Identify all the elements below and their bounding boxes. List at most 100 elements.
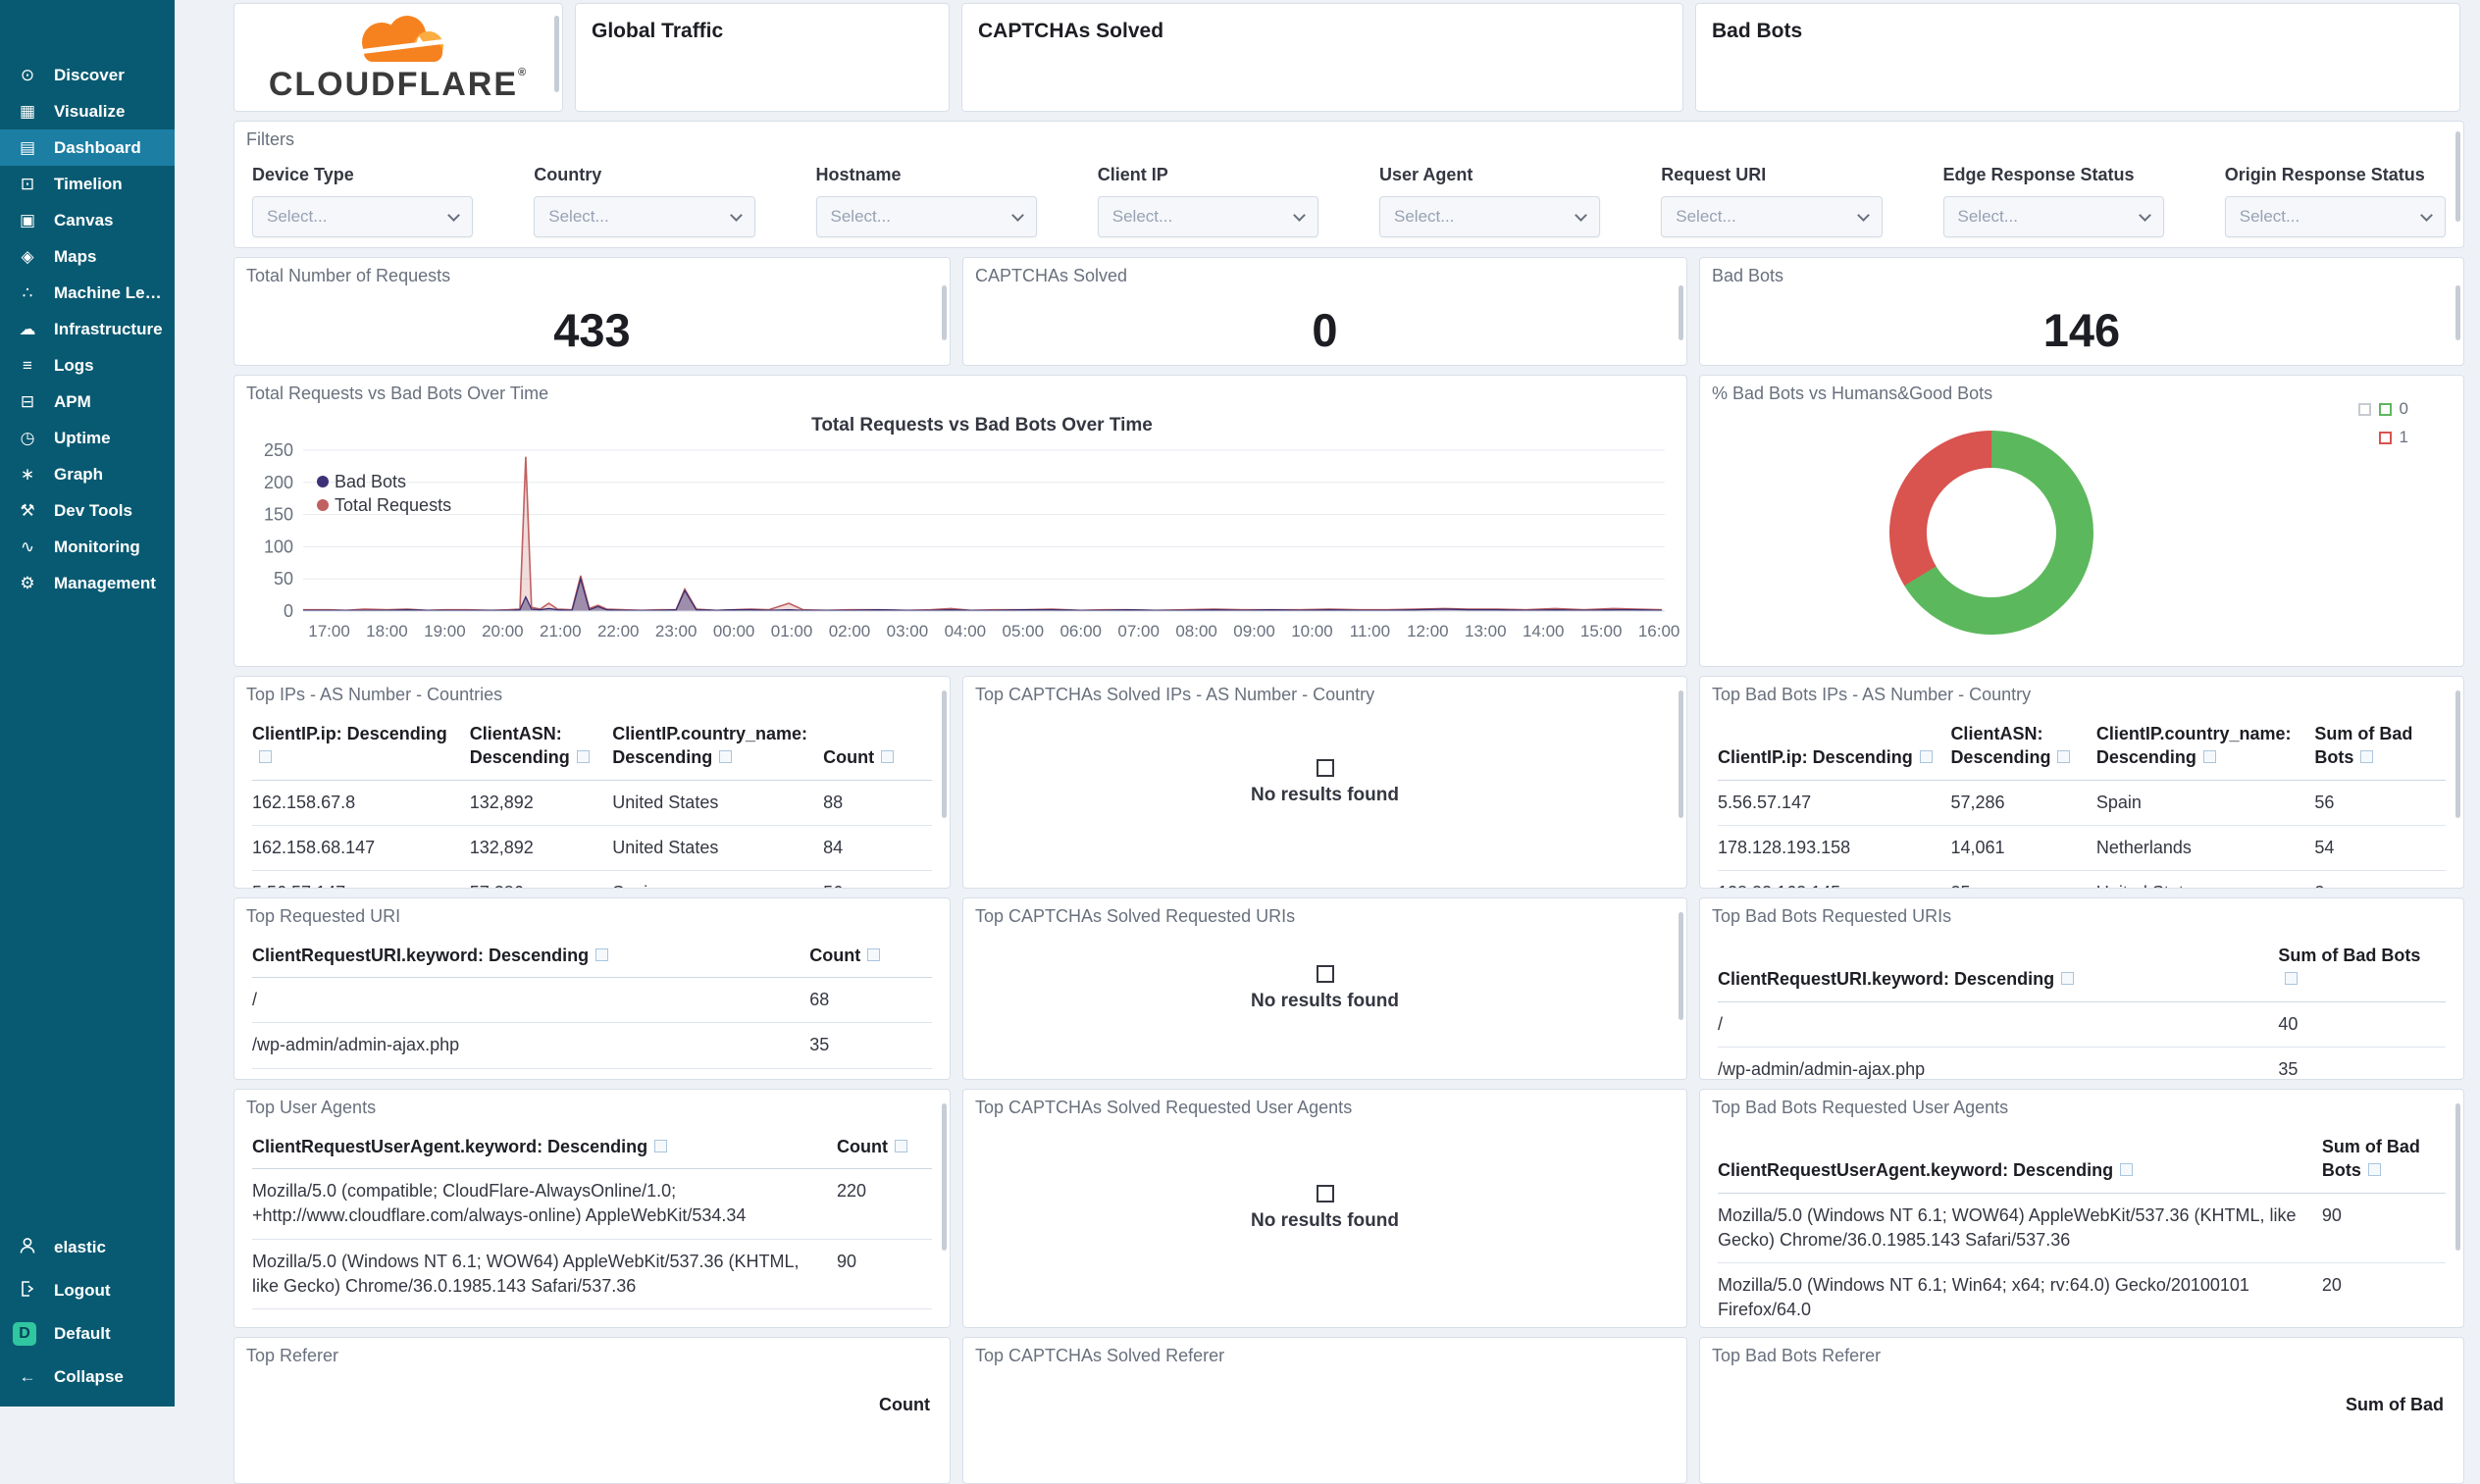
- sort-icon[interactable]: [2061, 972, 2074, 985]
- metric-panel-total-number-of-requests: Total Number of Requests433: [233, 257, 951, 366]
- sidebar-item-monitoring[interactable]: ∿Monitoring: [0, 529, 175, 565]
- column-header[interactable]: Sum of Bad Bots: [2322, 1129, 2446, 1193]
- sort-icon[interactable]: [2368, 1163, 2381, 1176]
- sidebar-item-graph[interactable]: ∗Graph: [0, 456, 175, 492]
- sort-icon[interactable]: [2203, 750, 2216, 763]
- column-header[interactable]: Count: [879, 1395, 930, 1415]
- sidebar-item-discover[interactable]: ⊙Discover: [0, 57, 175, 93]
- sidebar-item-space-default[interactable]: D Default: [0, 1312, 175, 1356]
- column-header[interactable]: ClientASN: Descending: [1950, 716, 2095, 780]
- sidebar-item-logout[interactable]: Logout: [0, 1269, 175, 1312]
- sidebar-item-label: Management: [54, 574, 156, 593]
- filter-select-hostname[interactable]: Select...: [816, 196, 1037, 237]
- table-row: /wp-admin/admin-post.php16: [252, 1068, 932, 1080]
- chevron-down-icon: [1857, 209, 1870, 222]
- sidebar-item-logs[interactable]: ≡Logs: [0, 347, 175, 384]
- column-header[interactable]: Count: [809, 938, 932, 978]
- svg-text:150: 150: [264, 505, 293, 525]
- sort-icon[interactable]: [2285, 972, 2298, 985]
- filter-select-client-ip[interactable]: Select...: [1098, 196, 1318, 237]
- filter-hostname: HostnameSelect...: [816, 165, 1037, 237]
- sort-icon[interactable]: [259, 750, 272, 763]
- table-row: 5.56.57.14757,286Spain56: [1718, 780, 2446, 825]
- sort-icon[interactable]: [867, 948, 880, 961]
- column-header[interactable]: Count: [823, 716, 932, 780]
- legend-item-1[interactable]: 1: [2358, 428, 2408, 447]
- column-header[interactable]: Count: [837, 1129, 932, 1169]
- sidebar-item-timelion[interactable]: ⊡Timelion: [0, 166, 175, 202]
- sidebar-item-visualize[interactable]: ▦Visualize: [0, 93, 175, 129]
- column-header-label: ClientRequestURI.keyword: Descending: [252, 946, 589, 965]
- sidebar-item-infrastructure[interactable]: ☁Infrastructure: [0, 311, 175, 347]
- sort-icon[interactable]: [2360, 750, 2373, 763]
- column-header[interactable]: ClientASN: Descending: [470, 716, 613, 780]
- top-referer-panel: Top Referer Count: [233, 1337, 951, 1484]
- scrollbar[interactable]: [1679, 912, 1683, 1020]
- sort-icon[interactable]: [881, 750, 894, 763]
- sidebar-item-canvas[interactable]: ▣Canvas: [0, 202, 175, 238]
- legend-item-total-requests[interactable]: Total Requests: [317, 493, 451, 517]
- cloudflare-cloud-icon: [325, 15, 472, 70]
- scrollbar[interactable]: [942, 691, 947, 818]
- sort-icon[interactable]: [595, 948, 608, 961]
- filter-select-origin-response-status[interactable]: Select...: [2225, 196, 2446, 237]
- sort-icon[interactable]: [577, 750, 590, 763]
- legend-item-0[interactable]: 0: [2358, 399, 2408, 419]
- legend-item-bad-bots[interactable]: Bad Bots: [317, 470, 451, 493]
- sort-icon[interactable]: [2057, 750, 2070, 763]
- filter-select-country[interactable]: Select...: [534, 196, 754, 237]
- sidebar-item-user[interactable]: elastic: [0, 1226, 175, 1269]
- select-placeholder: Select...: [1958, 207, 2018, 227]
- management-icon: ⚙: [13, 574, 42, 593]
- sidebar-item-maps[interactable]: ◈Maps: [0, 238, 175, 275]
- scrollbar[interactable]: [942, 285, 947, 340]
- sidebar-item-apm[interactable]: ⊟APM: [0, 384, 175, 420]
- sidebar-item-dashboard[interactable]: ▤Dashboard: [0, 129, 175, 166]
- column-header[interactable]: ClientIP.ip: Descending: [1718, 716, 1950, 780]
- sidebar-item-management[interactable]: ⚙ Management: [0, 565, 175, 601]
- filter-select-user-agent[interactable]: Select...: [1379, 196, 1600, 237]
- sort-icon[interactable]: [654, 1140, 667, 1152]
- sort-icon[interactable]: [2120, 1163, 2133, 1176]
- sort-icon[interactable]: [895, 1140, 907, 1152]
- column-header[interactable]: ClientIP.ip: Descending: [252, 716, 470, 780]
- sort-icon[interactable]: [1920, 750, 1933, 763]
- scrollbar[interactable]: [1679, 285, 1683, 340]
- scrollbar[interactable]: [2455, 691, 2460, 818]
- monitoring-icon: ∿: [13, 537, 42, 557]
- column-header[interactable]: ClientRequestURI.keyword: Descending: [252, 938, 809, 978]
- sort-icon[interactable]: [719, 750, 732, 763]
- table-row: Mozilla/5.0 (Windows NT 6.1; WOW64) Appl…: [252, 1239, 932, 1308]
- column-header[interactable]: Sum of Bad: [2346, 1395, 2444, 1415]
- dev-tools-icon: ⚒: [13, 501, 42, 521]
- scrollbar[interactable]: [2455, 285, 2460, 340]
- scrollbar[interactable]: [942, 1103, 947, 1251]
- sidebar-item-uptime[interactable]: ◷Uptime: [0, 420, 175, 456]
- filter-select-device-type[interactable]: Select...: [252, 196, 473, 237]
- column-header[interactable]: ClientRequestURI.keyword: Descending: [1718, 938, 2278, 1001]
- scrollbar[interactable]: [2455, 131, 2460, 222]
- filter-select-edge-response-status[interactable]: Select...: [1943, 196, 2164, 237]
- column-header[interactable]: ClientRequestUserAgent.keyword: Descendi…: [1718, 1129, 2322, 1193]
- column-header[interactable]: ClientRequestUserAgent.keyword: Descendi…: [252, 1129, 837, 1169]
- column-header[interactable]: Sum of Bad Bots: [2314, 716, 2446, 780]
- no-results-icon: [1317, 965, 1334, 983]
- sidebar-item-machine-learning[interactable]: ∴Machine Le…: [0, 275, 175, 311]
- column-header[interactable]: ClientIP.country_name: Descending: [612, 716, 823, 780]
- table-cell: Mozilla/5.0 (Windows NT 6.1; WOW64) Appl…: [252, 1239, 837, 1308]
- sidebar-item-dev-tools[interactable]: ⚒Dev Tools: [0, 492, 175, 529]
- scrollbar[interactable]: [554, 16, 559, 92]
- column-header[interactable]: Sum of Bad Bots: [2278, 938, 2446, 1001]
- metric-value: 433: [234, 303, 950, 357]
- top-user-agents-panel: Top User Agents ClientRequestUserAgent.k…: [233, 1089, 951, 1328]
- scrollbar[interactable]: [1679, 691, 1683, 818]
- sidebar-item-label: Collapse: [54, 1367, 124, 1387]
- svg-text:0: 0: [284, 601, 293, 621]
- filter-label: Edge Response Status: [1943, 165, 2164, 185]
- column-header[interactable]: ClientIP.country_name: Descending: [2096, 716, 2315, 780]
- column-header-label: ClientRequestUserAgent.keyword: Descendi…: [252, 1137, 647, 1156]
- table-header-row: ClientRequestUserAgent.keyword: Descendi…: [252, 1129, 932, 1169]
- sidebar-item-collapse[interactable]: ← Collapse: [0, 1356, 175, 1399]
- scrollbar[interactable]: [2455, 1103, 2460, 1251]
- filter-select-request-uri[interactable]: Select...: [1661, 196, 1882, 237]
